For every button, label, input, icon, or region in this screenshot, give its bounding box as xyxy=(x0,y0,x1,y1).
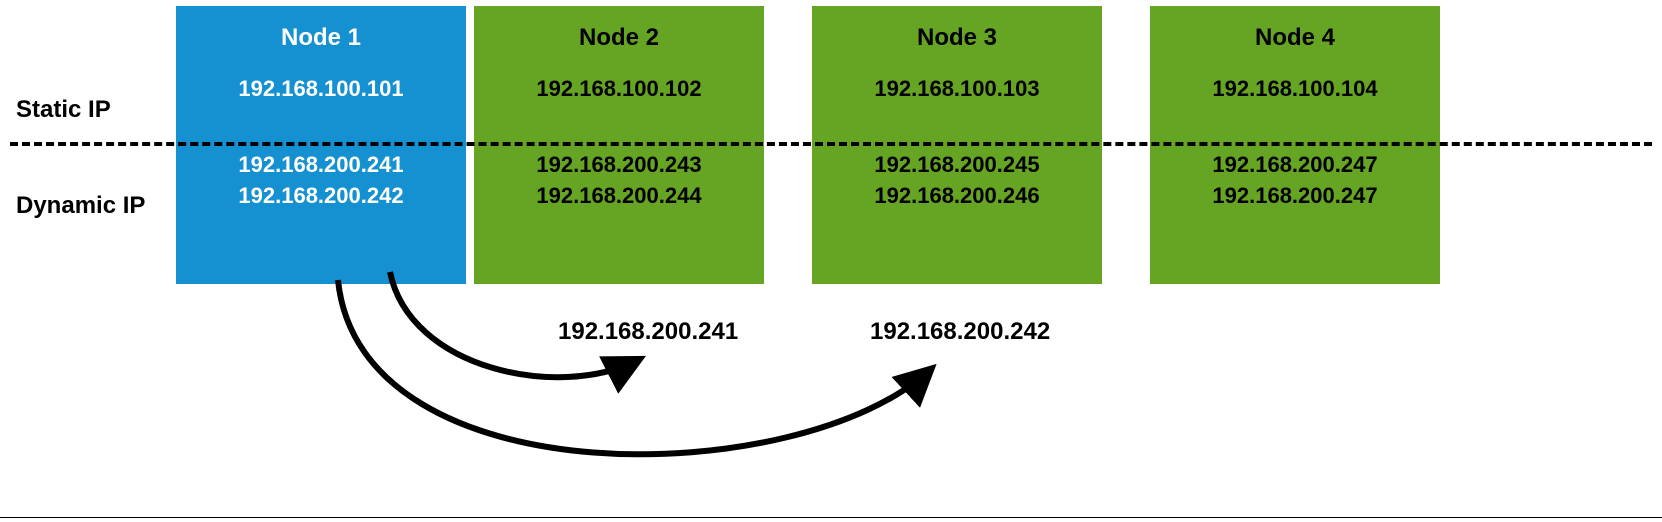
node-1-dynamic-ip-1: 192.168.200.241 xyxy=(176,150,466,181)
bottom-rule xyxy=(0,517,1662,518)
node-4-title: Node 4 xyxy=(1150,24,1440,52)
node-1-dynamic-ip-2: 192.168.200.242 xyxy=(176,181,466,212)
node-2-title: Node 2 xyxy=(474,24,764,52)
migrated-ip-to-node2: 192.168.200.241 xyxy=(558,318,738,346)
migrated-ip-to-node3: 192.168.200.242 xyxy=(870,318,1050,346)
node-3-title: Node 3 xyxy=(812,24,1102,52)
node-4-dynamic-ip-2: 192.168.200.247 xyxy=(1150,181,1440,212)
node-4-dynamic-ip-1: 192.168.200.247 xyxy=(1150,150,1440,181)
node-2-dynamic-ip-1: 192.168.200.243 xyxy=(474,150,764,181)
node-4-dynamic-ips: 192.168.200.247 192.168.200.247 xyxy=(1150,150,1440,212)
node-3-dynamic-ips: 192.168.200.245 192.168.200.246 xyxy=(812,150,1102,212)
node-3-dynamic-ip-1: 192.168.200.245 xyxy=(812,150,1102,181)
static-dynamic-divider xyxy=(10,142,1652,146)
node-1-static-ip: 192.168.100.101 xyxy=(176,76,466,102)
arrow-node1-to-node3 xyxy=(338,280,930,454)
node-1-title: Node 1 xyxy=(176,24,466,52)
node-2-dynamic-ip-2: 192.168.200.244 xyxy=(474,181,764,212)
node-4-static-ip: 192.168.100.104 xyxy=(1150,76,1440,102)
static-ip-label: Static IP xyxy=(16,96,111,124)
diagram-canvas: Static IP Dynamic IP Node 1 192.168.100.… xyxy=(0,0,1662,522)
node-3-static-ip: 192.168.100.103 xyxy=(812,76,1102,102)
node-2-static-ip: 192.168.100.102 xyxy=(474,76,764,102)
dynamic-ip-label: Dynamic IP xyxy=(16,192,145,220)
node-3-dynamic-ip-2: 192.168.200.246 xyxy=(812,181,1102,212)
node-2-dynamic-ips: 192.168.200.243 192.168.200.244 xyxy=(474,150,764,212)
node-1-dynamic-ips: 192.168.200.241 192.168.200.242 xyxy=(176,150,466,212)
